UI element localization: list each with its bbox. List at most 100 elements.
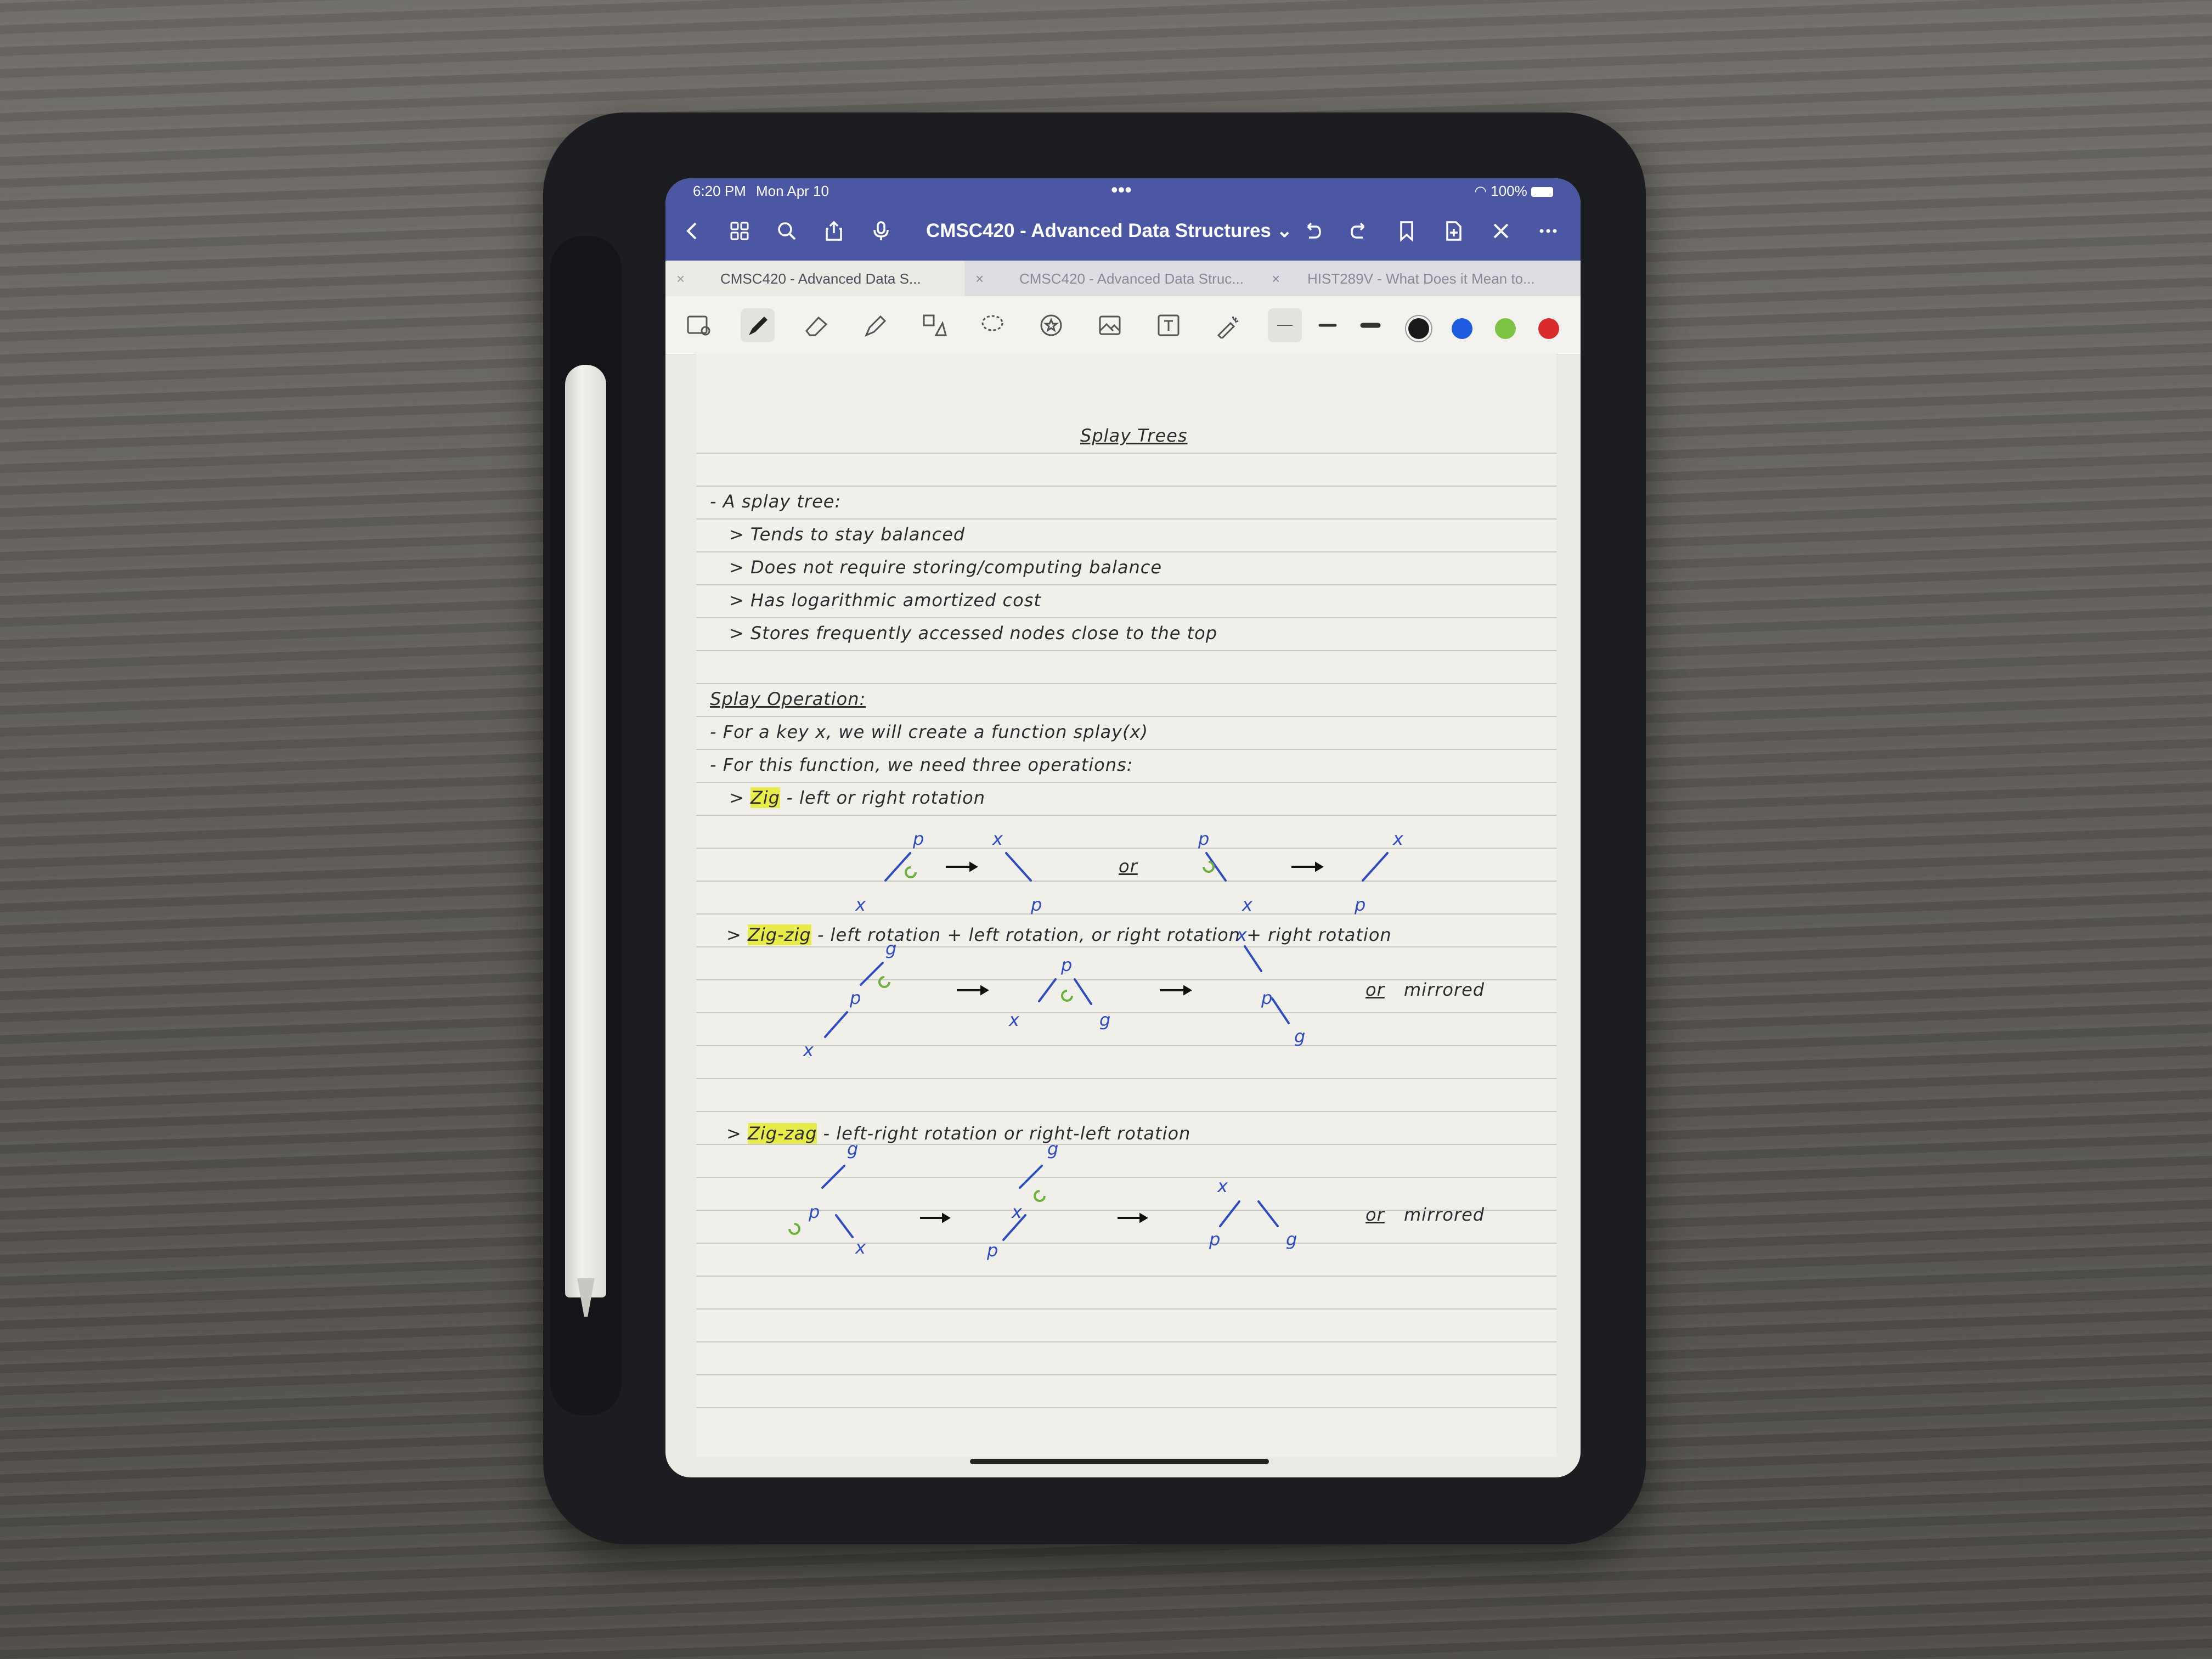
tree-edge: [821, 1165, 845, 1189]
node-label: x: [1012, 1201, 1023, 1222]
laser-pointer-icon[interactable]: [1210, 308, 1244, 342]
node-label: p: [809, 1201, 821, 1222]
tab-hist289v[interactable]: × HIST289V - What Does it Mean to...: [1261, 261, 1581, 296]
rotation-icon: [905, 866, 917, 878]
tree-edge: [1219, 1200, 1240, 1227]
color-swatch-red[interactable]: [1538, 318, 1559, 339]
microphone-icon[interactable]: [865, 215, 897, 247]
node-label: x: [855, 894, 866, 915]
node-label: p: [1209, 1229, 1221, 1250]
node-label: x: [1242, 894, 1253, 915]
stroke-thick-icon[interactable]: [1353, 308, 1387, 342]
node-label: x: [1217, 1176, 1228, 1197]
node-label: g: [1047, 1138, 1059, 1159]
node-label: p: [913, 828, 925, 849]
tab-close-icon[interactable]: ×: [676, 270, 685, 287]
redo-icon[interactable]: [1344, 215, 1375, 247]
tab-close-icon[interactable]: ×: [975, 270, 984, 287]
tab-label: HIST289V - What Does it Mean to...: [1307, 270, 1535, 287]
share-icon[interactable]: [818, 215, 850, 247]
app-topbar: 6:20 PM Mon Apr 10 ••• ◠ 100% CMSC420 - …: [665, 178, 1581, 261]
tab-label: CMSC420 - Advanced Data Struc...: [1019, 270, 1244, 287]
rotation-icon: [1061, 990, 1073, 1002]
wifi-icon: ◠: [1474, 183, 1487, 199]
node-label: x: [855, 1237, 866, 1258]
arrow-head: [969, 861, 978, 872]
note-page[interactable]: Splay Trees - A splay tree: > Tends to s…: [696, 354, 1556, 1457]
tree-edge: [1362, 852, 1389, 882]
battery-status: ◠ 100%: [1474, 183, 1553, 200]
node-label: p: [1061, 955, 1073, 975]
node-label: p: [1198, 828, 1210, 849]
rotation-icon: [1203, 861, 1215, 873]
node-label: x: [1237, 924, 1248, 945]
color-swatch-black[interactable]: [1408, 318, 1429, 339]
highlighter-icon[interactable]: [858, 308, 892, 342]
multitasking-dots[interactable]: •••: [1111, 178, 1132, 201]
close-icon[interactable]: [1485, 215, 1517, 247]
view-mode-icon[interactable]: [682, 308, 716, 342]
stylus-pencil: [565, 365, 606, 1297]
arrow-head: [942, 1212, 951, 1223]
elements-icon[interactable]: [1034, 308, 1068, 342]
rotation-icon: [788, 1223, 800, 1235]
node-label: g: [847, 1138, 859, 1159]
stroke-medium-icon[interactable]: [1311, 308, 1345, 342]
eraser-icon[interactable]: [799, 308, 833, 342]
drawing-toolbar: [665, 296, 1581, 354]
tree-edge: [1038, 978, 1057, 1002]
node-label: x: [992, 828, 1003, 849]
arrow-head: [1183, 985, 1192, 996]
rotation-icon: [878, 976, 890, 988]
color-swatch-blue[interactable]: [1452, 318, 1472, 339]
tab-cmsc420[interactable]: × CMSC420 - Advanced Data Struc...: [964, 261, 1261, 296]
node-label: x: [1009, 1009, 1020, 1030]
node-label: g: [1099, 1009, 1111, 1030]
pen-icon[interactable]: [741, 308, 775, 342]
battery-percent: 100%: [1491, 183, 1527, 199]
text-tool-icon[interactable]: [1152, 308, 1186, 342]
color-swatch-green[interactable]: [1495, 318, 1516, 339]
or-label: or: [1365, 979, 1385, 1000]
tree-edge: [1271, 997, 1290, 1024]
mirrored-label: mirrored: [1404, 1204, 1485, 1225]
tab-cmsc420-active[interactable]: × CMSC420 - Advanced Data S...: [665, 261, 964, 296]
node-label: p: [850, 988, 862, 1008]
notebook-tabs: × CMSC420 - Advanced Data S... × CMSC420…: [665, 261, 1581, 296]
tree-edge: [1019, 1165, 1043, 1189]
arrow-head: [1315, 861, 1324, 872]
add-page-icon[interactable]: [1438, 215, 1470, 247]
tree-edge: [1244, 945, 1262, 972]
stroke-thin-icon[interactable]: [1268, 308, 1302, 342]
node-label: p: [1031, 894, 1043, 915]
grid-view-icon[interactable]: [724, 215, 755, 247]
search-icon[interactable]: [771, 215, 803, 247]
back-icon[interactable]: [676, 215, 708, 247]
tree-edge: [1257, 1200, 1279, 1227]
mirrored-label: mirrored: [1404, 979, 1485, 1000]
rotation-icon: [1034, 1190, 1046, 1202]
lasso-icon[interactable]: [975, 308, 1009, 342]
shapes-icon[interactable]: [917, 308, 951, 342]
tree-edge: [824, 1011, 848, 1038]
or-label: or: [1119, 856, 1138, 877]
more-icon[interactable]: [1532, 215, 1564, 247]
tree-edge: [835, 1214, 854, 1238]
home-indicator[interactable]: [970, 1459, 1269, 1464]
node-label: g: [1294, 1026, 1306, 1047]
status-date: Mon Apr 10: [756, 183, 829, 199]
undo-icon[interactable]: [1296, 215, 1328, 247]
notebook-title[interactable]: CMSC420 - Advanced Data Structures ⌄: [926, 220, 1293, 242]
tree-edge: [1074, 978, 1092, 1005]
node-label: g: [885, 938, 898, 959]
image-icon[interactable]: [1093, 308, 1127, 342]
tree-edge: [1205, 852, 1227, 882]
tree-edge: [1005, 852, 1032, 882]
or-label: or: [1365, 1204, 1385, 1225]
battery-icon: [1531, 187, 1553, 198]
node-label: p: [1355, 894, 1367, 915]
bookmark-icon[interactable]: [1391, 215, 1423, 247]
node-label: g: [1286, 1229, 1298, 1250]
tab-close-icon[interactable]: ×: [1272, 270, 1280, 287]
node-label: p: [987, 1240, 999, 1261]
